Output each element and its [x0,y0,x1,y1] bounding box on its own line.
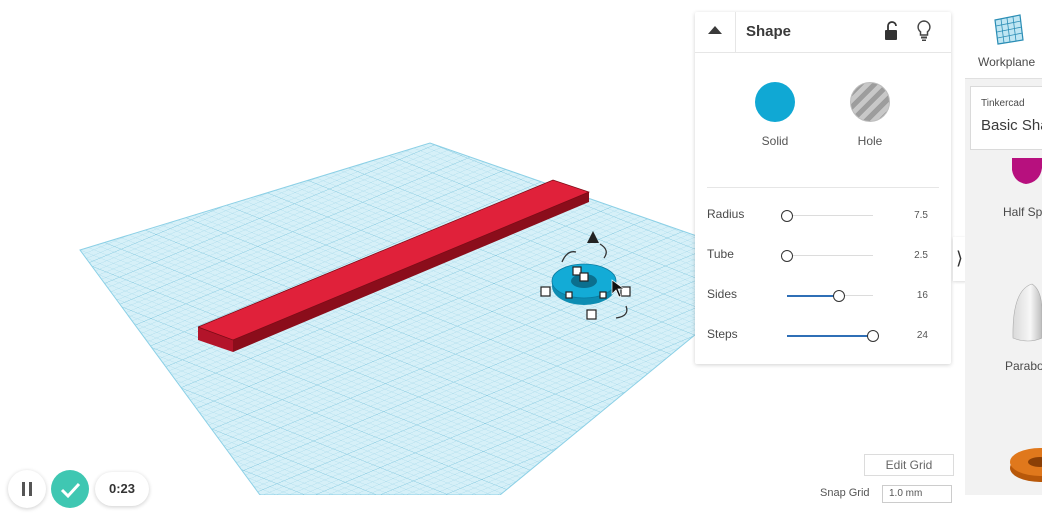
shape-inspector-panel: Shape Solid Hole Radius 7.5 Tube 2.5 Sid… [695,12,951,364]
confirm-check-button[interactable] [51,470,89,508]
tube-slider-knob[interactable] [781,250,793,262]
edit-grid-button[interactable]: Edit Grid [864,454,954,476]
torus-thumbnail[interactable] [1010,440,1042,485]
radius-value[interactable]: 7.5 [900,210,928,221]
lightbulb-icon[interactable] [916,20,932,42]
snap-grid-select[interactable]: 1.0 mm [882,485,952,503]
steps-label: Steps [707,327,738,341]
library-category: Tinkercad [981,98,1025,109]
timer-display: 0:23 [95,472,149,506]
lock-icon[interactable] [884,21,898,41]
sides-value[interactable]: 16 [900,290,928,301]
sides-slider-knob[interactable] [832,290,845,302]
tube-slider[interactable] [781,250,873,262]
workplane-tool[interactable]: Workplane [965,0,1042,79]
chevron-up-icon [708,26,722,34]
panel-title: Shape [746,23,792,40]
solid-color-swatch[interactable] [755,82,795,122]
steps-slider[interactable] [787,330,879,342]
half-sphere-label: Half Sp [1003,205,1042,219]
sides-label: Sides [707,287,738,301]
pause-button[interactable] [8,470,46,508]
steps-value[interactable]: 24 [900,330,928,341]
workplane-label: Workplane [978,55,1036,69]
paraboloid-thumbnail[interactable] [1010,282,1042,344]
steps-slider-knob[interactable] [867,330,879,342]
collapse-panel-button[interactable] [695,12,736,52]
library-name: Basic Sha [981,117,1042,134]
snap-grid-label: Snap Grid [820,487,870,499]
radius-slider[interactable] [781,210,873,222]
hole-swatch[interactable] [850,82,890,122]
check-icon [60,482,81,499]
library-category-select[interactable]: Tinkercad Basic Sha [970,86,1042,150]
half-sphere-thumbnail[interactable] [1012,158,1042,186]
tube-label: Tube [707,247,734,261]
workplane-icon [994,14,1024,45]
radius-slider-knob[interactable] [781,210,793,222]
radius-label: Radius [707,207,745,221]
panel-header: Shape [695,12,951,53]
tube-value[interactable]: 2.5 [900,250,928,261]
hole-label: Hole [857,134,883,148]
sides-slider[interactable] [787,290,873,302]
torus-shape[interactable] [551,263,617,305]
workplane-grid [79,142,782,495]
sides-slider-fill [787,294,839,297]
paraboloid-label: Parabo [1005,359,1042,373]
chevron-right-icon: ⟩ [956,248,964,268]
solid-label: Solid [761,134,789,148]
shape-library: Workplane Tinkercad Basic Sha Half Sp Pa… [965,0,1042,495]
panel-divider [707,187,939,188]
steps-slider-fill [787,334,873,337]
